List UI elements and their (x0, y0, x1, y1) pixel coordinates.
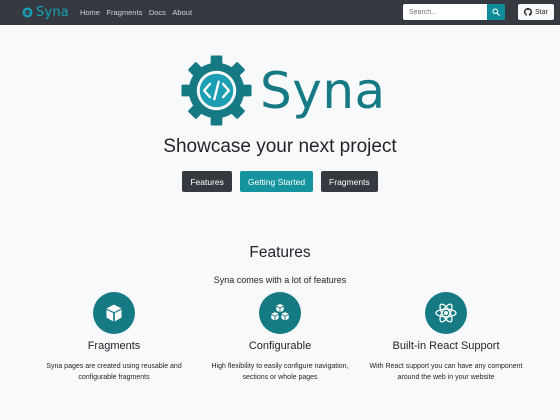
feature-description: High flexibility to easily configure nav… (211, 363, 349, 381)
syna-logo-icon (22, 7, 33, 18)
github-icon (524, 8, 533, 16)
react-icon (435, 303, 457, 323)
cubes-icon (271, 303, 289, 321)
search-input[interactable] (403, 4, 487, 20)
features-subtitle: Syna comes with a lot of features (213, 275, 347, 285)
github-star-button[interactable]: Star (518, 4, 554, 20)
gear-code-icon (181, 55, 252, 126)
nav-link-home[interactable]: Home (80, 8, 100, 17)
hero-title: Syna (260, 61, 386, 120)
nav-link-fragments[interactable]: Fragments (106, 8, 142, 17)
nav-link-docs[interactable]: Docs (149, 8, 166, 17)
features-button[interactable]: Features (182, 171, 232, 192)
tagline: Showcase your next project (163, 136, 397, 157)
feature-icon-circle (93, 292, 135, 334)
feature-description: With React support you can have any comp… (369, 363, 523, 381)
feature-title: Configurable (248, 340, 312, 352)
search-form (403, 4, 505, 20)
hero-buttons: Features Getting Started Fragments (0, 171, 560, 192)
search-icon (492, 8, 500, 16)
navbar: Syna Home Fragments Docs About Star (0, 0, 560, 25)
feature-title: Built-in React Support (392, 340, 500, 352)
features-heading: Features (249, 244, 311, 261)
feature-card-fragments: Fragments Syna pages are created using r… (29, 292, 199, 383)
feature-card-react: Built-in React Support With React suppor… (361, 292, 531, 383)
cube-icon (106, 304, 122, 322)
feature-description: Syna pages are created using reusable an… (46, 363, 182, 381)
nav-link-about[interactable]: About (172, 8, 192, 17)
nav-links: Home Fragments Docs About (80, 8, 199, 17)
brand[interactable]: Syna (22, 5, 69, 20)
fragments-button[interactable]: Fragments (321, 171, 378, 192)
getting-started-button[interactable]: Getting Started (239, 171, 314, 192)
search-button[interactable] (487, 4, 505, 20)
hero-logo: Syna (180, 54, 386, 127)
feature-icon-circle (259, 292, 301, 334)
feature-title: Fragments (87, 340, 141, 352)
feature-icon-circle (425, 292, 467, 334)
brand-name: Syna (36, 5, 69, 20)
star-label: Star (535, 8, 548, 16)
feature-card-configurable: Configurable High flexibility to easily … (195, 292, 365, 383)
